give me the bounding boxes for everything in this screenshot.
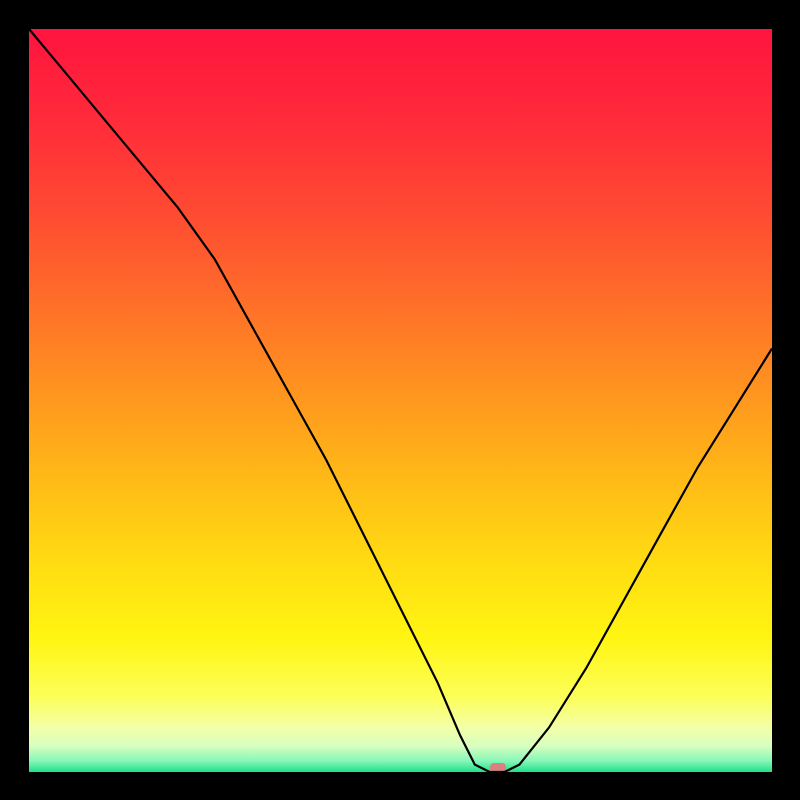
- plot-border: [0, 0, 800, 29]
- plot-border: [0, 0, 29, 800]
- gradient-background: [29, 29, 772, 772]
- bottleneck-chart: [0, 0, 800, 800]
- plot-border: [772, 0, 800, 800]
- plot-border: [0, 772, 800, 800]
